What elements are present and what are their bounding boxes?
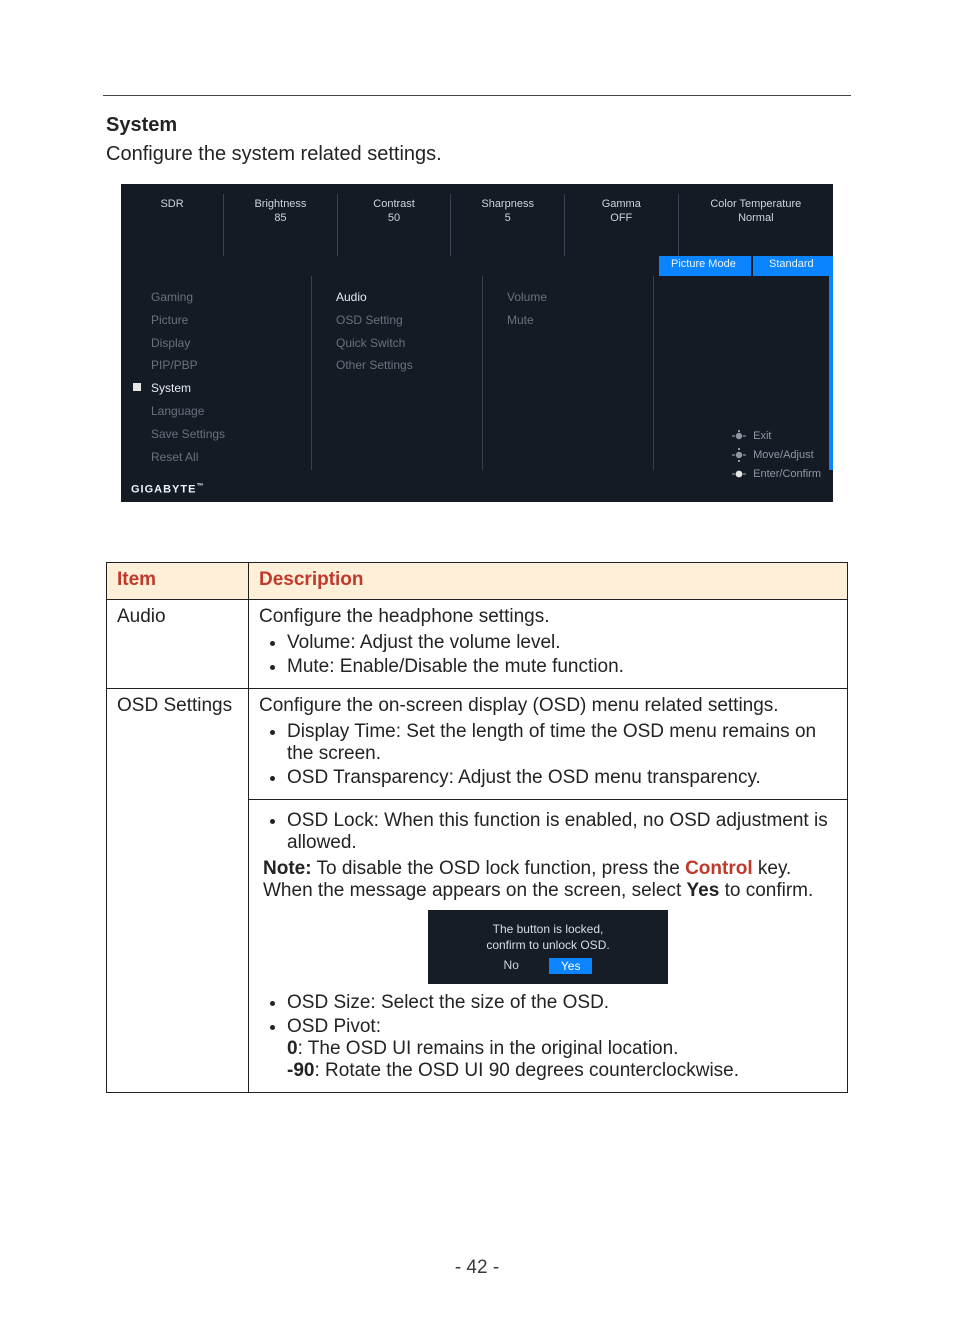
osd-bullet-size: OSD Size: Select the size of the OSD. xyxy=(287,992,837,1014)
status-brightness-value: 85 xyxy=(228,212,333,226)
note-control: Control xyxy=(685,858,753,879)
menu-display[interactable]: Display xyxy=(121,332,311,355)
dialog-yes-button[interactable]: Yes xyxy=(549,958,593,974)
pivot-0-label: 0 xyxy=(287,1038,298,1059)
status-colortemp-label: Color Temperature xyxy=(683,198,829,212)
status-brightness-label: Brightness xyxy=(228,198,333,212)
osd-menu-col2: Audio OSD Setting Quick Switch Other Set… xyxy=(311,276,482,470)
submenu-quick-switch[interactable]: Quick Switch xyxy=(312,332,482,355)
osd-menu-col3: Volume Mute xyxy=(482,276,653,470)
submenu-osd-setting[interactable]: OSD Setting xyxy=(312,309,482,332)
dialog-line2: confirm to unlock OSD. xyxy=(438,938,658,952)
row-audio: Audio Configure the headphone settings. … xyxy=(107,600,848,689)
cell-osd-desc-a: Configure the on-screen display (OSD) me… xyxy=(249,689,848,800)
cell-audio-item: Audio xyxy=(107,600,249,689)
menu-language[interactable]: Language xyxy=(121,400,311,423)
top-rule xyxy=(103,95,851,96)
hint-move: Move/Adjust xyxy=(753,449,814,461)
opt-mute[interactable]: Mute xyxy=(483,309,653,332)
osd-bullet-transparency: OSD Transparency: Adjust the OSD menu tr… xyxy=(287,767,837,789)
status-sdr: SDR xyxy=(125,198,219,212)
osd-screenshot: SDR Brightness 85 Contrast 50 Sharpness … xyxy=(121,184,833,502)
osd-bullet-displaytime: Display Time: Set the length of time the… xyxy=(287,721,837,765)
cell-audio-desc: Configure the headphone settings. Volume… xyxy=(249,600,848,689)
osd-menu-col1: Gaming Picture Display PIP/PBP System La… xyxy=(121,276,311,470)
th-desc: Description xyxy=(249,563,848,600)
status-sharpness-value: 5 xyxy=(455,212,560,226)
pivot-label: OSD Pivot: xyxy=(287,1016,381,1037)
note-yes: Yes xyxy=(687,880,720,901)
unlock-dialog: The button is locked, confirm to unlock … xyxy=(428,910,668,984)
pivot-90-text: : Rotate the OSD UI 90 degrees countercl… xyxy=(314,1060,739,1081)
note-text-1: To disable the OSD lock function, press … xyxy=(312,858,686,879)
osd-picture-mode-row: Picture Mode Standard xyxy=(659,256,833,276)
menu-gaming[interactable]: Gaming xyxy=(121,286,311,309)
submenu-other-settings[interactable]: Other Settings xyxy=(312,354,482,377)
opt-volume[interactable]: Volume xyxy=(483,286,653,309)
pivot-0-text: : The OSD UI remains in the original loc… xyxy=(298,1038,679,1059)
page-number: - 42 - xyxy=(0,1257,954,1279)
th-item: Item xyxy=(107,563,249,600)
menu-picture[interactable]: Picture xyxy=(121,309,311,332)
picture-mode-value: Standard xyxy=(753,256,833,276)
joystick-exit-icon xyxy=(731,430,747,442)
dialog-no-button[interactable]: No xyxy=(504,958,519,974)
osd-bullet-lock: OSD Lock: When this function is enabled,… xyxy=(287,810,837,854)
menu-save-settings[interactable]: Save Settings xyxy=(121,423,311,446)
audio-intro: Configure the headphone settings. xyxy=(259,606,550,627)
row-osd-a: OSD Settings Configure the on-screen dis… xyxy=(107,689,848,800)
cell-osd-desc-b: OSD Lock: When this function is enabled,… xyxy=(249,800,848,1093)
audio-bullet-volume: Volume: Adjust the volume level. xyxy=(287,632,837,654)
hint-enter: Enter/Confirm xyxy=(753,468,821,480)
hint-exit: Exit xyxy=(753,430,771,442)
osd-right-accent xyxy=(829,276,833,470)
osd-hints: Exit Move/Adjust xyxy=(731,424,821,480)
gigabyte-logo: GIGABYTE™ xyxy=(131,483,204,496)
picture-mode-label: Picture Mode xyxy=(659,256,751,276)
pivot-90-label: -90 xyxy=(287,1060,314,1081)
menu-reset-all[interactable]: Reset All xyxy=(121,446,311,469)
osd-intro: Configure the on-screen display (OSD) me… xyxy=(259,695,779,716)
status-contrast-value: 50 xyxy=(342,212,447,226)
osd-bullet-pivot: OSD Pivot: 0: The OSD UI remains in the … xyxy=(287,1016,837,1082)
osd-status-row: SDR Brightness 85 Contrast 50 Sharpness … xyxy=(121,184,833,256)
note-label: Note: xyxy=(263,858,312,879)
status-contrast-label: Contrast xyxy=(342,198,447,212)
joystick-enter-icon xyxy=(731,468,747,480)
cell-osd-item: OSD Settings xyxy=(107,689,249,1093)
description-table: Item Description Audio Configure the hea… xyxy=(106,562,848,1093)
note-text-3: to confirm. xyxy=(719,880,813,901)
section-title: System xyxy=(106,114,848,137)
status-gamma-value: OFF xyxy=(569,212,674,226)
menu-system[interactable]: System xyxy=(121,377,311,400)
status-gamma-label: Gamma xyxy=(569,198,674,212)
submenu-audio[interactable]: Audio xyxy=(312,286,482,309)
audio-bullet-mute: Mute: Enable/Disable the mute function. xyxy=(287,656,837,678)
section-subtitle: Configure the system related settings. xyxy=(106,143,848,166)
joystick-move-icon xyxy=(731,448,747,462)
status-sharpness-label: Sharpness xyxy=(455,198,560,212)
menu-pip-pbp[interactable]: PIP/PBP xyxy=(121,354,311,377)
status-colortemp-value: Normal xyxy=(683,212,829,226)
dialog-line1: The button is locked, xyxy=(438,922,658,936)
